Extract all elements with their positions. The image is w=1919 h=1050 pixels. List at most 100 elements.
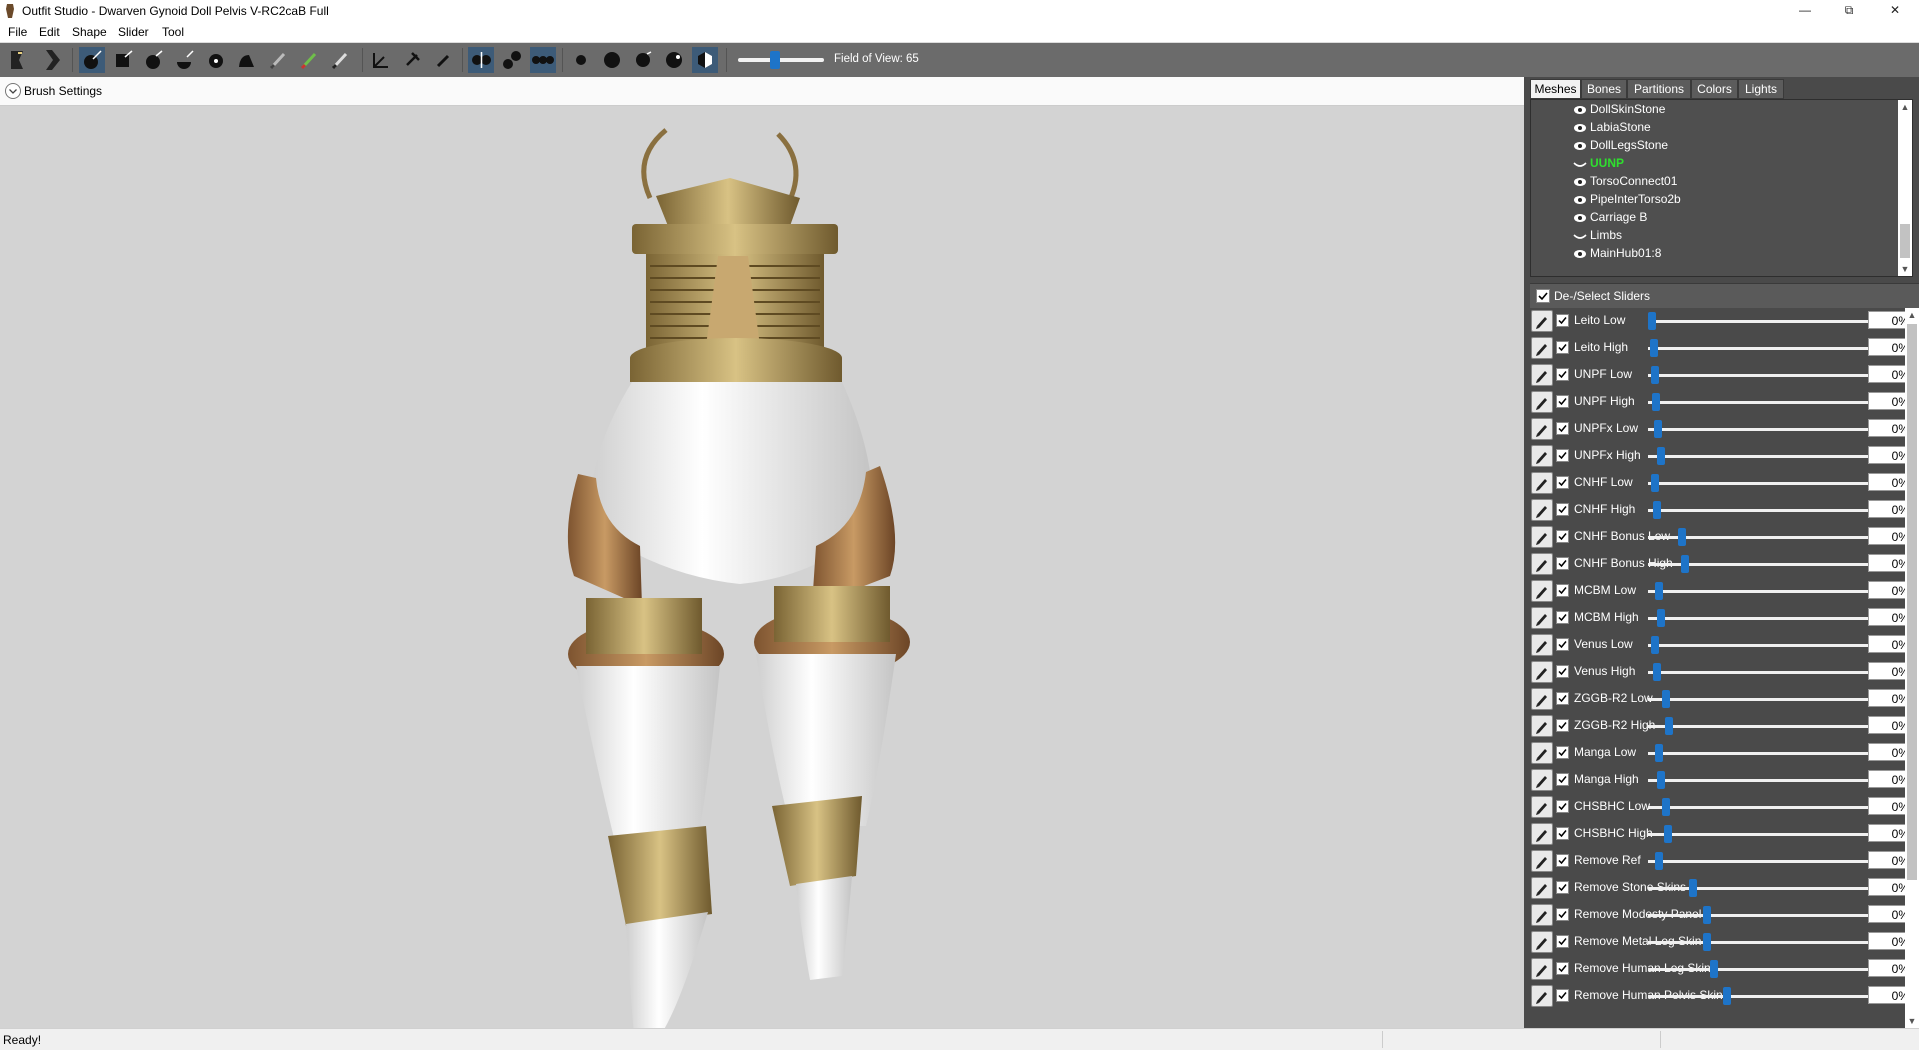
mesh-tree-scrollbar[interactable]: ▲ ▼	[1898, 100, 1912, 276]
slider-thumb[interactable]	[1657, 447, 1665, 465]
alpha-paint-icon[interactable]	[327, 47, 353, 73]
slider-track[interactable]	[1648, 590, 1876, 593]
slider-checkbox[interactable]	[1556, 584, 1569, 597]
slider-checkbox[interactable]	[1556, 989, 1569, 1002]
slider-checkbox[interactable]	[1556, 530, 1569, 543]
edit-slider-pencil-icon[interactable]	[1531, 499, 1553, 521]
slider-thumb[interactable]	[1651, 636, 1659, 654]
edit-slider-pencil-icon[interactable]	[1531, 688, 1553, 710]
slider-thumb[interactable]	[1689, 879, 1697, 897]
slider-checkbox[interactable]	[1556, 395, 1569, 408]
slider-track[interactable]	[1648, 644, 1876, 647]
slider-track[interactable]	[1648, 320, 1876, 323]
slider-checkbox[interactable]	[1556, 908, 1569, 921]
slider-track[interactable]	[1648, 752, 1876, 755]
scroll-up-icon[interactable]: ▲	[1898, 100, 1912, 114]
edit-slider-pencil-icon[interactable]	[1531, 526, 1553, 548]
mesh-item[interactable]: DollLegsStone	[1573, 136, 1668, 154]
texture-toggle-icon[interactable]	[692, 47, 718, 73]
edit-slider-pencil-icon[interactable]	[1531, 310, 1553, 332]
mesh-item-selected[interactable]: UUNP	[1573, 154, 1624, 172]
eye-icon[interactable]	[1573, 177, 1587, 187]
edit-slider-pencil-icon[interactable]	[1531, 877, 1553, 899]
edit-slider-pencil-icon[interactable]	[1531, 472, 1553, 494]
slider-checkbox[interactable]	[1556, 746, 1569, 759]
tab-colors[interactable]: Colors	[1691, 79, 1738, 99]
mesh-item[interactable]: DollSkinStone	[1573, 100, 1665, 118]
eye-icon[interactable]	[1573, 213, 1587, 223]
transform-icon[interactable]	[368, 47, 394, 73]
lighting-icon[interactable]	[630, 47, 656, 73]
slider-track[interactable]	[1648, 617, 1876, 620]
edit-slider-pencil-icon[interactable]	[1531, 850, 1553, 872]
scroll-thumb[interactable]	[1900, 224, 1910, 258]
color-paint-icon[interactable]	[296, 47, 322, 73]
edit-slider-pencil-icon[interactable]	[1531, 553, 1553, 575]
slider-thumb[interactable]	[1652, 393, 1660, 411]
slider-track[interactable]	[1648, 941, 1876, 944]
connected-only-icon[interactable]	[499, 47, 525, 73]
restore-button[interactable]: ⧉	[1826, 0, 1872, 22]
slider-checkbox[interactable]	[1556, 773, 1569, 786]
slider-thumb[interactable]	[1678, 528, 1686, 546]
edit-slider-pencil-icon[interactable]	[1531, 580, 1553, 602]
deflate-brush-icon[interactable]	[172, 47, 198, 73]
slider-track[interactable]	[1648, 779, 1876, 782]
minimize-button[interactable]: —	[1782, 0, 1828, 22]
eye-icon[interactable]	[1573, 105, 1587, 115]
scroll-down-icon[interactable]: ▼	[1898, 262, 1912, 276]
slider-track[interactable]	[1648, 401, 1876, 404]
slider-checkbox[interactable]	[1556, 962, 1569, 975]
slider-thumb[interactable]	[1662, 798, 1670, 816]
slider-checkbox[interactable]	[1556, 827, 1569, 840]
slider-thumb[interactable]	[1655, 744, 1663, 762]
slider-checkbox[interactable]	[1556, 476, 1569, 489]
slider-track[interactable]	[1648, 995, 1876, 998]
slider-checkbox[interactable]	[1556, 449, 1569, 462]
slider-track[interactable]	[1648, 455, 1876, 458]
slider-track[interactable]	[1648, 347, 1876, 350]
slider-thumb[interactable]	[1651, 474, 1659, 492]
edit-slider-pencil-icon[interactable]	[1531, 337, 1553, 359]
edit-slider-pencil-icon[interactable]	[1531, 607, 1553, 629]
menu-slider[interactable]: Slider	[118, 25, 149, 39]
mesh-item[interactable]: TorsoConnect01	[1573, 172, 1677, 190]
x-mirror-icon[interactable]	[468, 47, 494, 73]
mask-brush-icon[interactable]	[110, 47, 136, 73]
slider-track[interactable]	[1648, 833, 1876, 836]
vertex-select-icon[interactable]	[430, 47, 456, 73]
slider-thumb[interactable]	[1650, 339, 1658, 357]
edit-slider-pencil-icon[interactable]	[1531, 715, 1553, 737]
smooth-brush-icon[interactable]	[234, 47, 260, 73]
slider-track[interactable]	[1648, 698, 1876, 701]
show-vertices-icon[interactable]	[568, 47, 594, 73]
deselect-sliders-checkbox[interactable]	[1536, 289, 1550, 303]
slider-thumb[interactable]	[1657, 771, 1665, 789]
menu-tool[interactable]: Tool	[162, 25, 184, 39]
slider-thumb[interactable]	[1703, 933, 1711, 951]
slider-checkbox[interactable]	[1556, 665, 1569, 678]
edit-slider-pencil-icon[interactable]	[1531, 985, 1553, 1007]
brush-settings-header[interactable]: Brush Settings	[0, 77, 1524, 106]
slider-thumb[interactable]	[1654, 420, 1662, 438]
mesh-tree[interactable]: DollSkinStone LabiaStone DollLegsStone U…	[1530, 99, 1913, 277]
slider-thumb[interactable]	[1655, 852, 1663, 870]
show-wireframe-icon[interactable]	[599, 47, 625, 73]
pivot-icon[interactable]	[399, 47, 425, 73]
slider-thumb[interactable]	[1665, 717, 1673, 735]
slider-checkbox[interactable]	[1556, 422, 1569, 435]
slider-track[interactable]	[1648, 806, 1876, 809]
mesh-item[interactable]: LabiaStone	[1573, 118, 1651, 136]
slider-thumb[interactable]	[1710, 960, 1718, 978]
eye-closed-icon[interactable]	[1573, 159, 1587, 169]
slider-checkbox[interactable]	[1556, 881, 1569, 894]
slider-track[interactable]	[1648, 887, 1876, 890]
global-brush-icon[interactable]	[530, 47, 556, 73]
slider-checkbox[interactable]	[1556, 935, 1569, 948]
edit-slider-pencil-icon[interactable]	[1531, 418, 1553, 440]
tab-partitions[interactable]: Partitions	[1627, 79, 1691, 99]
edit-slider-pencil-icon[interactable]	[1531, 634, 1553, 656]
slider-list-scrollbar[interactable]: ▲ ▼	[1905, 308, 1919, 1028]
mesh-item[interactable]: Carriage B	[1573, 208, 1647, 226]
eye-icon[interactable]	[1573, 195, 1587, 205]
